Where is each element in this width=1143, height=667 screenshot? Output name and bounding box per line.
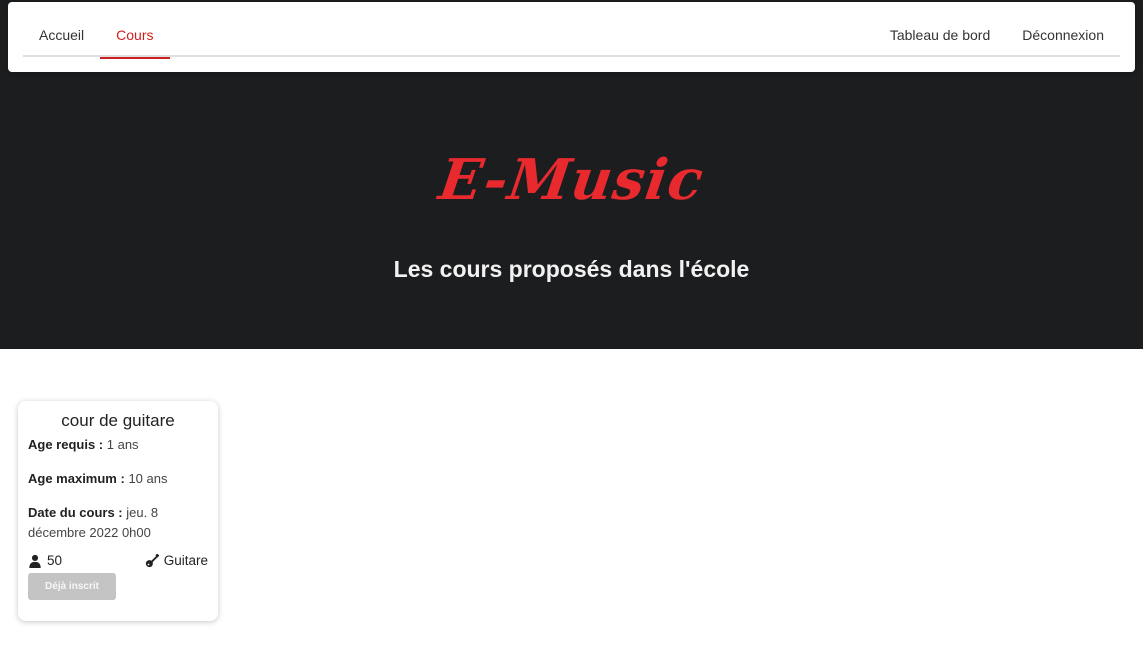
guitar-icon bbox=[145, 553, 159, 567]
nav-tabs: Accueil Cours Tableau de bord Déconnexio… bbox=[23, 18, 1120, 59]
age-required-field: Age requis : 1 ans bbox=[28, 435, 208, 455]
age-max-label: Age maximum : bbox=[28, 471, 125, 486]
capacity: 50 bbox=[28, 553, 62, 568]
age-required-value: 1 ans bbox=[106, 437, 139, 452]
nav-tab-cours[interactable]: Cours bbox=[100, 18, 170, 59]
already-enrolled-button[interactable]: Déjà inscrit bbox=[28, 573, 116, 600]
hero-title: Les cours proposés dans l'école bbox=[393, 256, 750, 282]
nav-left-group: Accueil Cours bbox=[23, 18, 170, 59]
nav-tab-accueil[interactable]: Accueil bbox=[23, 18, 100, 57]
instrument-value: Guitare bbox=[163, 553, 208, 568]
course-meta: 50 Guitare bbox=[28, 553, 208, 568]
nav-tab-deconnexion[interactable]: Déconnexion bbox=[1006, 18, 1120, 57]
instrument: Guitare bbox=[145, 553, 208, 568]
nav-right-group: Tableau de bord Déconnexion bbox=[874, 18, 1120, 57]
age-required-label: Age requis : bbox=[28, 437, 104, 452]
top-navbar: Accueil Cours Tableau de bord Déconnexio… bbox=[8, 2, 1135, 72]
nav-tab-tableau-de-bord[interactable]: Tableau de bord bbox=[874, 18, 1006, 57]
date-label: Date du cours : bbox=[28, 505, 123, 520]
course-card: cour de guitare Age requis : 1 ans Age m… bbox=[18, 401, 218, 621]
capacity-value: 50 bbox=[47, 553, 63, 568]
age-max-value: 10 ans bbox=[128, 471, 168, 486]
user-icon bbox=[29, 554, 41, 568]
date-field: Date du cours : jeu. 8 décembre 2022 0h0… bbox=[28, 503, 208, 543]
course-title: cour de guitare bbox=[61, 411, 175, 430]
age-max-field: Age maximum : 10 ans bbox=[28, 469, 208, 489]
e-music-logo: E-Music bbox=[435, 147, 708, 213]
